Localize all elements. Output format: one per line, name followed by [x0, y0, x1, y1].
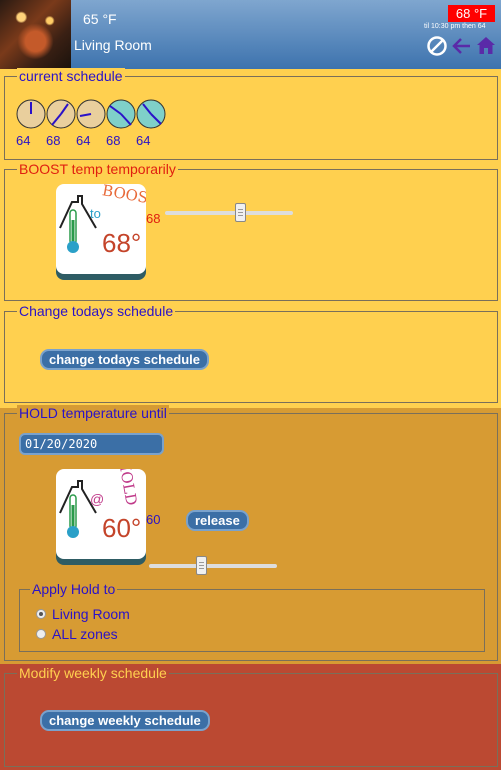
- change-today-fieldset: Change todays schedule change todays sch…: [4, 303, 498, 403]
- weekly-fieldset: Modify weekly schedule change weekly sch…: [4, 665, 498, 767]
- tile-sub: to: [90, 206, 101, 221]
- cancel-icon[interactable]: [426, 35, 448, 57]
- boost-value: 68: [146, 211, 161, 226]
- schedule-temp: 68: [46, 133, 61, 148]
- back-arrow-icon[interactable]: [452, 35, 472, 57]
- boost-slider-thumb[interactable]: [235, 203, 247, 222]
- hold-option-label: Living Room: [52, 606, 130, 622]
- boost-legend: BOOST temp temporarily: [17, 161, 178, 177]
- hold-fieldset: HOLD temperature until 01/20/2020 HOLD @…: [4, 405, 498, 661]
- home-icon[interactable]: [476, 35, 496, 57]
- radio-selected[interactable]: [36, 609, 46, 619]
- clock-icon: [76, 99, 106, 129]
- current-schedule-legend: current schedule: [17, 68, 125, 84]
- schedule-temp: 64: [76, 133, 91, 148]
- hold-slider-thumb[interactable]: [195, 556, 207, 575]
- setpoint-badge: 68 °F: [448, 5, 495, 22]
- tile-temp: 68°: [102, 228, 142, 258]
- boost-fieldset: BOOST temp temporarily BOOST to 68° 68: [4, 161, 498, 301]
- release-button[interactable]: release: [186, 510, 249, 531]
- current-temperature: 65 °F: [83, 11, 117, 27]
- current-schedule-fieldset: current schedule 64 68 64 68 64: [4, 68, 498, 160]
- app-header: 65 °F Living Room 68 °F til 10:30 pm the…: [0, 0, 501, 69]
- apply-hold-legend: Apply Hold to: [30, 581, 118, 597]
- change-today-section: Change todays schedule change todays sch…: [0, 303, 501, 408]
- schedule-temp: 68: [106, 133, 121, 148]
- boost-section: BOOST temp temporarily BOOST to 68° 68: [0, 161, 501, 303]
- change-todays-schedule-button[interactable]: change todays schedule: [40, 349, 209, 370]
- hold-option-label: ALL zones: [52, 626, 118, 642]
- boost-slider[interactable]: [165, 211, 293, 215]
- hold-section: HOLD temperature until 01/20/2020 HOLD @…: [0, 405, 501, 664]
- weekly-section: Modify weekly schedule change weekly sch…: [0, 664, 501, 770]
- hold-date-input[interactable]: 01/20/2020: [19, 433, 164, 455]
- schedule-temp: 64: [16, 133, 31, 148]
- schedule-temp: 64: [136, 133, 151, 148]
- hold-button[interactable]: HOLD @ 60°: [56, 469, 146, 559]
- change-weekly-schedule-button[interactable]: change weekly schedule: [40, 710, 210, 731]
- hold-option-all[interactable]: ALL zones: [36, 626, 118, 642]
- tile-temp: 60°: [102, 513, 142, 543]
- clock-icon: [136, 99, 166, 129]
- weekly-legend: Modify weekly schedule: [17, 665, 169, 681]
- clock-icon: [46, 99, 76, 129]
- hold-slider[interactable]: [149, 564, 277, 568]
- radio-unselected[interactable]: [36, 629, 46, 639]
- room-photo: [0, 0, 71, 69]
- current-schedule-section: current schedule 64 68 64 68 64: [0, 68, 501, 163]
- clock-icon: [106, 99, 136, 129]
- clock-icon: [16, 99, 46, 129]
- hold-legend: HOLD temperature until: [17, 405, 169, 421]
- tile-sub: @: [90, 491, 105, 507]
- change-today-legend: Change todays schedule: [17, 303, 176, 319]
- apply-hold-fieldset: Apply Hold to Living Room ALL zones: [19, 581, 485, 652]
- hold-option-room[interactable]: Living Room: [36, 606, 130, 622]
- boost-button[interactable]: BOOST to 68°: [56, 184, 146, 274]
- hold-value: 60: [146, 512, 161, 527]
- schedule-note: til 10:30 pm then 64: [424, 23, 486, 30]
- room-name: Living Room: [74, 37, 152, 53]
